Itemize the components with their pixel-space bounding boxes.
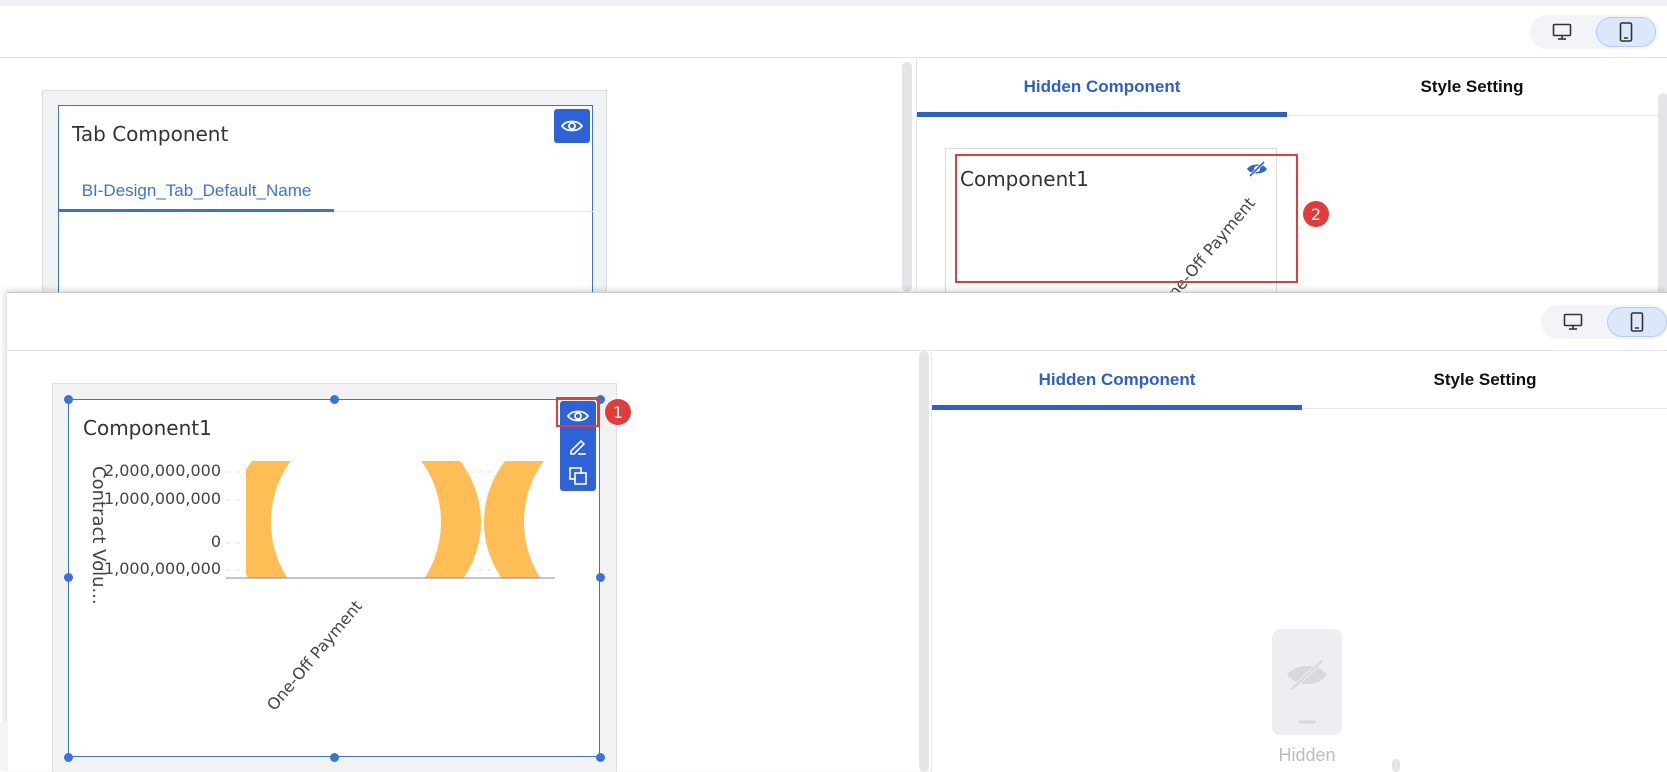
- mobile-icon: [1630, 312, 1644, 332]
- front-tab-hidden-component[interactable]: Hidden Component: [932, 351, 1302, 410]
- resize-handle[interactable]: [330, 395, 339, 404]
- right-panel-scrollbar[interactable]: [1658, 93, 1667, 298]
- front-mobile-view-button[interactable]: [1607, 307, 1667, 337]
- step-badge-1: 1: [605, 399, 631, 425]
- front-window: Component1 2,000,000,000 1,000,000,000 0 -1…: [7, 292, 1667, 772]
- desktop-icon: [1552, 23, 1572, 40]
- tab-strip: BI-Design_Tab_Default_Name: [59, 178, 594, 212]
- panel-mini-scrollbar[interactable]: [1392, 759, 1400, 772]
- tab-style-setting[interactable]: Style Setting: [1287, 58, 1657, 116]
- mobile-icon: [1619, 22, 1633, 42]
- component-selected[interactable]: Component1 2,000,000,000 1,000,000,000 0 -1…: [68, 399, 600, 757]
- front-canvas-scrollbar[interactable]: [919, 351, 929, 772]
- front-desktop-view-button[interactable]: [1543, 307, 1603, 337]
- right-tabs: Hidden Component Style Setting: [917, 58, 1667, 117]
- empty-state-label: Hidden: [1278, 745, 1336, 765]
- tab-hidden-component[interactable]: Hidden Component: [917, 58, 1287, 117]
- edit-icon: [570, 439, 586, 455]
- front-device-toggle: [1541, 305, 1667, 339]
- resize-handle[interactable]: [596, 573, 605, 582]
- edit-component-button[interactable]: [560, 431, 596, 461]
- device-toggle: [1530, 15, 1658, 49]
- chart-svg: [226, 461, 555, 579]
- header-bar: [0, 6, 1667, 58]
- highlight-box-1: [556, 397, 599, 427]
- right-panel: Hidden Component Style Setting Component…: [916, 58, 1667, 311]
- front-tab-style-setting[interactable]: Style Setting: [1302, 351, 1667, 409]
- desktop-icon: [1563, 313, 1583, 330]
- eye-icon: [561, 120, 583, 132]
- y-axis-label: Contract Volu...: [88, 466, 109, 605]
- canvas-scrollbar[interactable]: [902, 62, 912, 292]
- visibility-toggle-button[interactable]: [554, 109, 590, 143]
- tab-component-title: Tab Component: [72, 122, 229, 146]
- front-right-tabs: Hidden Component Style Setting: [932, 351, 1667, 410]
- step-badge-2: 2: [1303, 201, 1329, 227]
- copy-icon: [569, 467, 587, 485]
- edge-fragment: [0, 722, 8, 771]
- resize-handle[interactable]: [330, 753, 339, 762]
- resize-handle[interactable]: [64, 753, 73, 762]
- desktop-view-button[interactable]: [1532, 17, 1592, 47]
- hidden-phone-icon: [1287, 659, 1327, 724]
- empty-state-illustration: [1272, 629, 1342, 735]
- tab-default-label: BI-Design_Tab_Default_Name: [81, 181, 312, 200]
- copy-component-button[interactable]: [560, 461, 596, 491]
- tab-component-inner[interactable]: Tab Component BI-Design_Tab_Default_Name: [58, 105, 594, 305]
- resize-handle[interactable]: [64, 573, 73, 582]
- tab-default[interactable]: BI-Design_Tab_Default_Name: [59, 178, 334, 212]
- tab-component-card: Tab Component BI-Design_Tab_Default_Name: [42, 90, 607, 305]
- front-header: [7, 293, 1667, 351]
- resize-handle[interactable]: [596, 753, 605, 762]
- bar-mark-hole: [271, 461, 441, 578]
- highlight-box-2: [955, 154, 1298, 283]
- front-right-panel: Hidden Component Style Setting Hidden: [931, 351, 1667, 772]
- mobile-view-button[interactable]: [1596, 17, 1656, 47]
- resize-handle[interactable]: [64, 395, 73, 404]
